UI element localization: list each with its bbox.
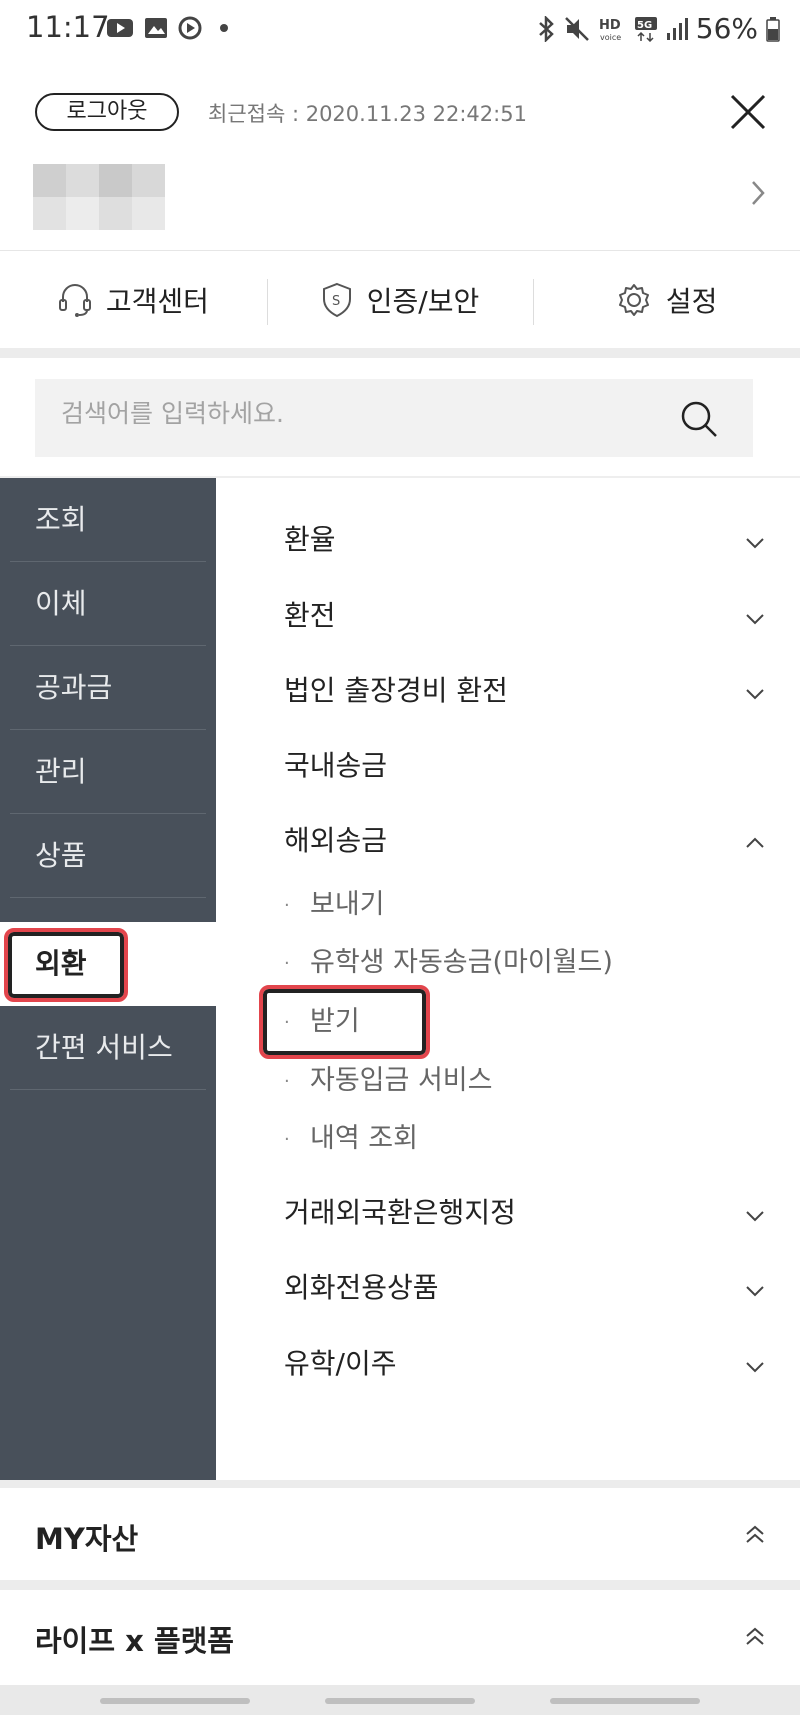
double-chevron-up-icon[interactable] xyxy=(744,1626,766,1648)
category-item-inquiry[interactable]: 조회 xyxy=(10,478,206,562)
youtube-icon xyxy=(107,19,133,37)
quick-item-security[interactable]: S 인증/보안 xyxy=(266,251,534,348)
sub-menu: 환율 환전 법인 출장경비 환전 국내송금 해외송금 · 보내기 · 유학생 자동송… xyxy=(216,478,800,1480)
system-nav-bar xyxy=(0,1685,800,1715)
nav-home-button[interactable] xyxy=(325,1698,475,1704)
submenu-child-auto-deposit[interactable]: · 자동입금 서비스 xyxy=(284,1058,492,1097)
chevron-down-icon[interactable] xyxy=(744,1209,766,1223)
hd-voice-icon: HDvoice xyxy=(599,18,621,42)
chevron-right-icon[interactable] xyxy=(747,178,769,208)
submenu-foreign-currency-products[interactable]: 외화전용상품 xyxy=(284,1266,439,1306)
mute-icon xyxy=(564,16,589,41)
category-item-easy-service[interactable]: 간편 서비스 xyxy=(10,1006,206,1090)
submenu-designated-bank[interactable]: 거래외국환은행지정 xyxy=(284,1191,516,1231)
search-input[interactable] xyxy=(61,399,641,428)
section-title: 라이프 x 플랫폼 xyxy=(35,1624,234,1658)
notification-dot xyxy=(220,24,228,32)
chevron-down-icon[interactable] xyxy=(744,612,766,626)
quick-item-label: 고객센터 xyxy=(105,284,209,318)
battery-icon xyxy=(766,16,780,42)
category-item-products[interactable]: 상품 xyxy=(10,814,206,898)
nav-back-button[interactable] xyxy=(550,1698,700,1704)
double-chevron-up-icon[interactable] xyxy=(744,1524,766,1546)
quick-item-label: 인증/보안 xyxy=(366,284,480,318)
quick-item-settings[interactable]: 설정 xyxy=(533,251,800,348)
submenu-corporate-travel-exchange[interactable]: 법인 출장경비 환전 xyxy=(284,669,508,709)
submenu-child-send[interactable]: · 보내기 xyxy=(284,882,385,921)
status-bar: 11:17 HD voice 5G 56% xyxy=(0,0,800,60)
divider xyxy=(0,348,800,358)
svg-text:voice: voice xyxy=(600,33,621,42)
nav-recent-button[interactable] xyxy=(100,1698,250,1704)
section-title: MY자산 xyxy=(35,1522,139,1556)
submenu-currency-exchange[interactable]: 환전 xyxy=(284,594,336,634)
play-icon xyxy=(178,16,202,40)
quick-item-label: 설정 xyxy=(665,284,718,318)
shield-icon: S xyxy=(322,282,351,317)
headset-icon xyxy=(58,283,91,317)
signal-icon xyxy=(666,17,688,40)
gear-icon xyxy=(618,283,649,316)
close-icon[interactable] xyxy=(726,90,770,134)
logout-button[interactable]: 로그아웃 xyxy=(35,93,179,131)
search-box[interactable] xyxy=(35,379,753,457)
quick-item-customer-center[interactable]: 고객센터 xyxy=(0,251,267,348)
last-login-text: 최근접속 : 2020.11.23 22:42:51 xyxy=(208,102,527,126)
svg-text:5G: 5G xyxy=(637,20,652,31)
submenu-exchange-rate[interactable]: 환율 xyxy=(284,518,336,558)
divider xyxy=(0,1580,800,1590)
svg-text:HD: HD xyxy=(599,18,621,33)
chevron-down-icon[interactable] xyxy=(744,1284,766,1298)
status-time: 11:17 xyxy=(26,10,110,44)
chevron-down-icon[interactable] xyxy=(744,687,766,701)
quick-menu: 고객센터 S 인증/보안 설정 xyxy=(0,250,800,348)
gallery-icon xyxy=(145,18,167,38)
submenu-domestic-remittance[interactable]: 국내송금 xyxy=(284,744,387,784)
category-item-utility-bills[interactable]: 공과금 xyxy=(10,646,206,730)
submenu-study-abroad-emigration[interactable]: 유학/이주 xyxy=(284,1342,396,1382)
highlight-receive xyxy=(259,985,430,1059)
submenu-overseas-remittance[interactable]: 해외송금 xyxy=(284,819,387,859)
5g-icon: 5G xyxy=(634,16,657,42)
highlight-foreign-exchange xyxy=(4,928,128,1002)
submenu-child-student-auto-remit[interactable]: · 유학생 자동송금(마이월드) xyxy=(284,940,613,979)
profile-name-blurred[interactable] xyxy=(33,164,165,230)
chevron-up-icon[interactable] xyxy=(744,836,766,850)
bluetooth-icon xyxy=(538,15,554,42)
category-item-transfer[interactable]: 이체 xyxy=(10,562,206,646)
submenu-child-history[interactable]: · 내역 조회 xyxy=(284,1116,418,1155)
menu-header: 로그아웃 최근접속 : 2020.11.23 22:42:51 xyxy=(0,60,800,250)
svg-text:S: S xyxy=(332,294,340,309)
battery-percent: 56% xyxy=(695,12,758,45)
chevron-down-icon[interactable] xyxy=(744,1360,766,1374)
search-icon[interactable] xyxy=(679,399,719,439)
chevron-down-icon[interactable] xyxy=(744,536,766,550)
section-life-platform[interactable]: 라이프 x 플랫폼 xyxy=(0,1590,800,1682)
category-item-management[interactable]: 관리 xyxy=(10,730,206,814)
section-my-assets[interactable]: MY자산 xyxy=(0,1488,800,1580)
divider xyxy=(0,1480,800,1488)
